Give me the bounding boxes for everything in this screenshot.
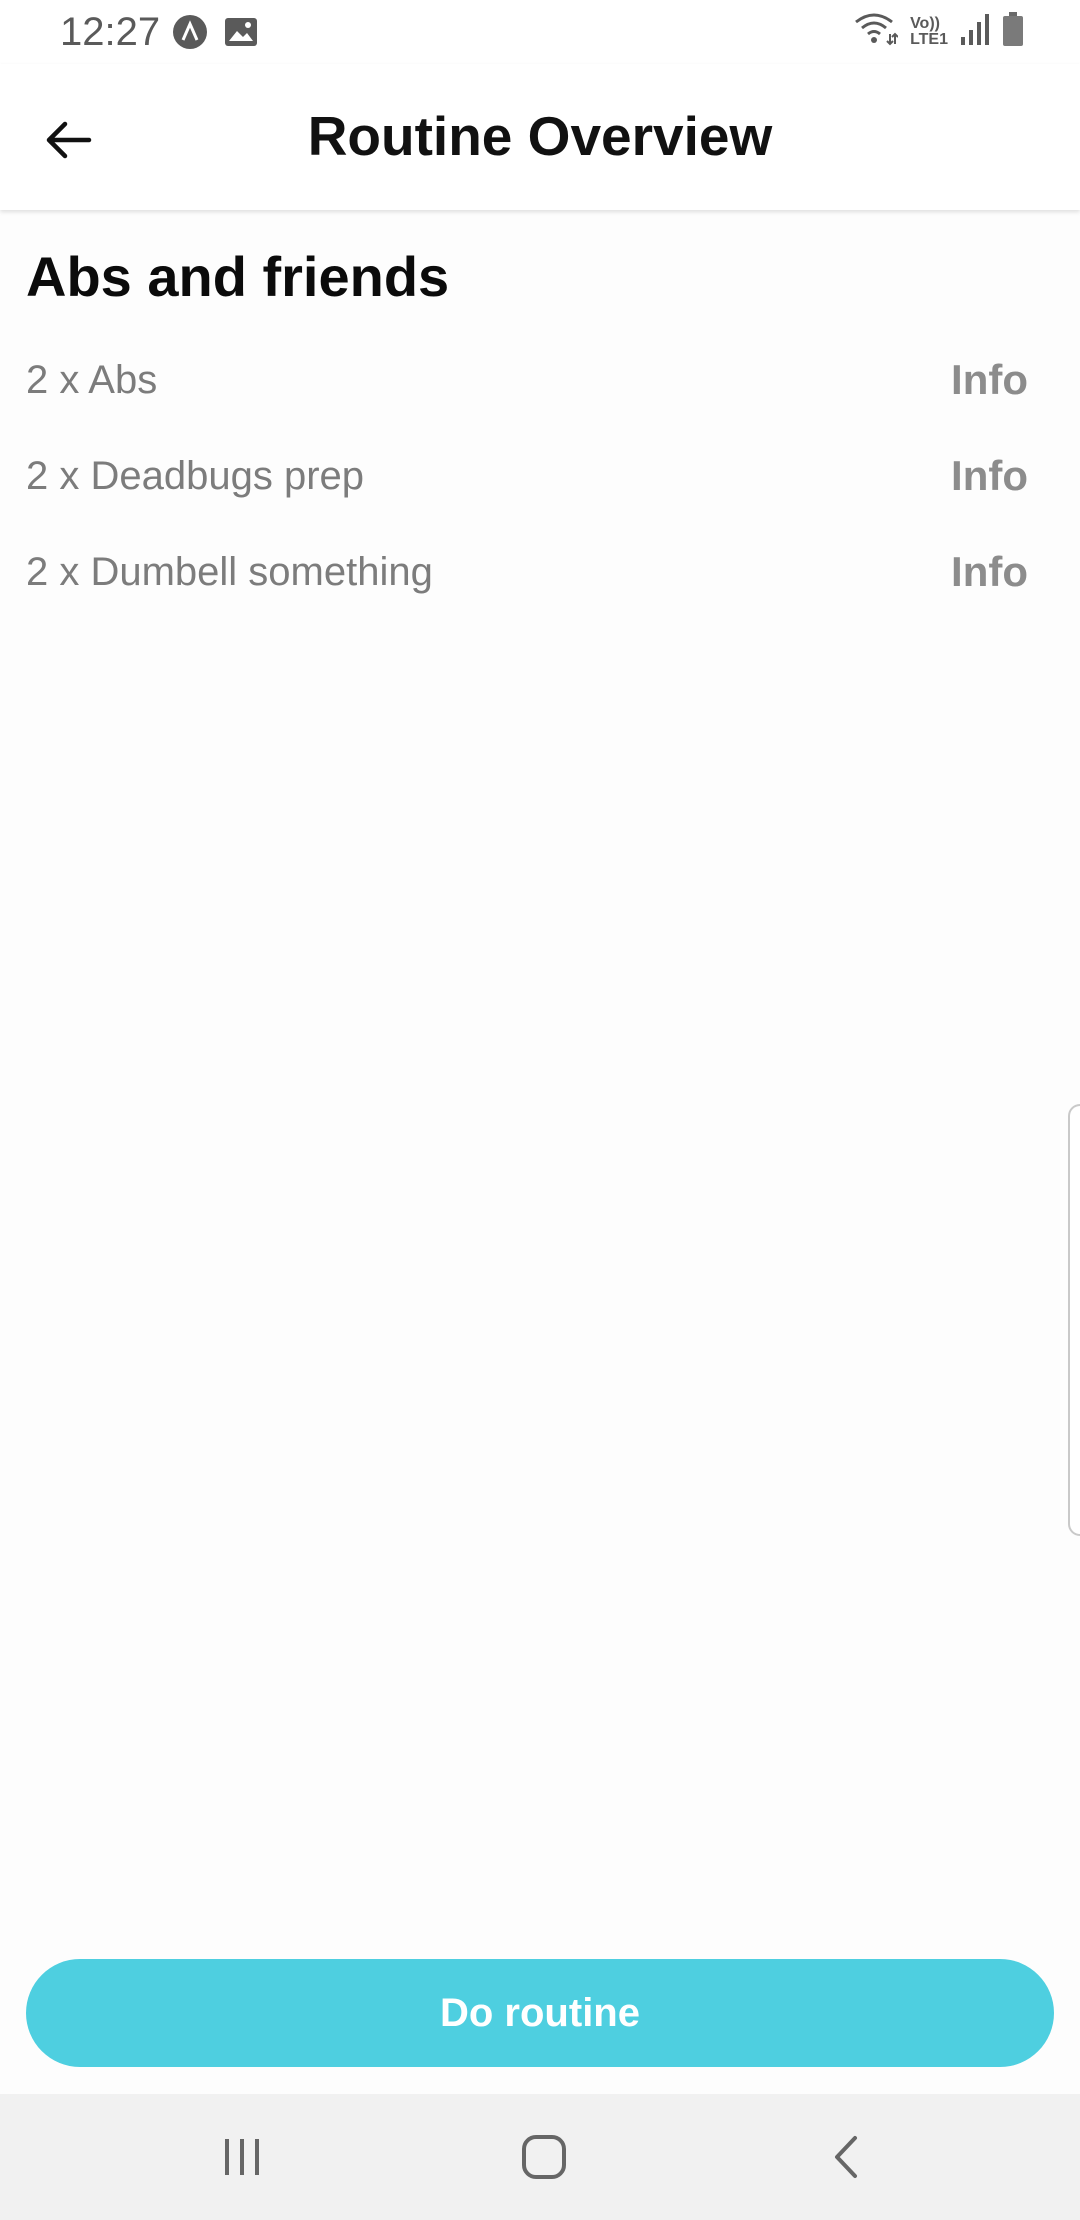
exercise-label: 2 x Abs <box>26 358 158 402</box>
home-button[interactable] <box>504 2124 584 2190</box>
screen: 12:27 Vo)) LTE1 Routine Overview Abs and… <box>0 0 1080 2220</box>
info-button[interactable]: Info <box>951 548 1028 596</box>
app-bar: Routine Overview <box>0 64 1080 210</box>
home-icon <box>522 2135 566 2179</box>
lte-text: LTE1 <box>910 30 948 48</box>
status-left-icons <box>172 14 258 55</box>
exercise-list: 2 x Abs Info 2 x Deadbugs prep Info 2 x … <box>0 340 1080 628</box>
routine-name: Abs and friends <box>26 245 450 308</box>
do-routine-button[interactable]: Do routine <box>26 1959 1054 2067</box>
page-title: Routine Overview <box>307 105 773 167</box>
wifi-icon <box>854 12 899 51</box>
back-icon <box>835 2136 857 2178</box>
nav-back-button[interactable] <box>806 2124 886 2190</box>
recent-apps-button[interactable] <box>202 2124 282 2190</box>
battery-icon <box>1002 12 1024 51</box>
exercise-row: 2 x Abs Info <box>0 340 1080 436</box>
info-button[interactable]: Info <box>951 356 1028 404</box>
recent-apps-icon <box>225 2139 259 2175</box>
edge-panel-handle[interactable] <box>1068 1104 1080 1536</box>
exercise-label: 2 x Deadbugs prep <box>26 454 365 498</box>
status-time: 12:27 <box>60 10 161 54</box>
volte-text: Vo)) <box>910 14 940 32</box>
image-icon <box>224 17 258 52</box>
app-notification-icon <box>172 14 208 55</box>
status-bar: 12:27 Vo)) LTE1 <box>0 0 1080 64</box>
exercise-label: 2 x Dumbell something <box>26 550 433 594</box>
exercise-row: 2 x Deadbugs prep Info <box>0 436 1080 532</box>
signal-icon <box>960 13 990 50</box>
exercise-row: 2 x Dumbell something Info <box>0 532 1080 628</box>
info-button[interactable]: Info <box>951 452 1028 500</box>
status-right-icons: Vo)) LTE1 <box>854 12 1024 51</box>
system-nav-bar <box>0 2094 1080 2220</box>
volte-lte-icon: Vo)) LTE1 <box>910 14 948 48</box>
